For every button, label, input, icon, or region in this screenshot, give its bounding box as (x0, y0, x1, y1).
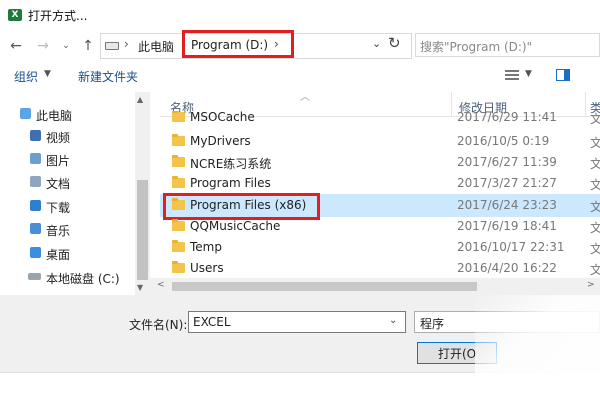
file-date: 2016/10/17 22:31 (457, 240, 565, 254)
address-dropdown-icon[interactable]: ⌄ (372, 37, 381, 50)
breadcrumb-this-pc[interactable]: 此电脑 (138, 38, 174, 55)
file-date: 2017/3/27 21:27 (457, 176, 557, 190)
new-folder-button[interactable]: 新建文件夹 (78, 68, 138, 85)
file-type: 文 (590, 200, 600, 214)
recent-locations-chevron-icon[interactable]: ⌄ (58, 38, 74, 54)
scroll-down-icon[interactable]: ▼ (137, 283, 143, 292)
window-title: 打开方式... (28, 9, 88, 23)
folder-icon (172, 240, 185, 252)
desktop-folder-icon (30, 247, 41, 258)
file-type: 文 (590, 242, 600, 256)
file-row[interactable]: Program Files 2017/3/27 21:27 文 (160, 173, 600, 194)
nav-item-label: 音乐 (46, 224, 71, 238)
nav-item-label: 视频 (46, 131, 71, 145)
pictures-folder-icon (30, 153, 41, 164)
file-type: 文 (590, 112, 600, 126)
nav-item-pictures[interactable]: 图片 (0, 149, 135, 171)
nav-scrollbar-thumb[interactable] (137, 180, 148, 280)
sort-indicator-icon: ︿ (300, 92, 310, 103)
file-name: MyDrivers (190, 134, 251, 148)
open-button-label: 打开(O (438, 347, 477, 361)
file-row[interactable]: NCRE练习系统 2017/6/27 11:39 文 (160, 152, 600, 173)
nav-item-documents[interactable]: 文档 (0, 172, 135, 194)
nav-item-label: 本地磁盘 (C:) (46, 272, 120, 286)
scroll-left-icon[interactable]: < (157, 280, 165, 290)
preview-pane-icon[interactable] (556, 69, 570, 81)
organize-button[interactable]: 组织 (14, 68, 38, 85)
filetype-value: 程序 (420, 317, 445, 331)
folder-icon (172, 261, 185, 273)
up-arrow-icon[interactable]: ↑ (80, 38, 96, 54)
file-date: 2017/6/19 18:41 (457, 219, 557, 233)
nav-item-music[interactable]: 音乐 (0, 219, 135, 241)
filename-label: 文件名(N): (129, 318, 188, 332)
nav-item-label: 此电脑 (36, 109, 73, 123)
file-type: 文 (590, 157, 600, 171)
file-date: 2016/4/20 16:22 (457, 261, 557, 275)
nav-item-desktop[interactable]: 桌面 (0, 243, 135, 265)
red-highlight-box (182, 30, 294, 58)
nav-item-downloads[interactable]: 下载 (0, 196, 135, 218)
title-bar (0, 0, 600, 30)
scroll-right-icon[interactable]: > (587, 280, 595, 290)
folder-icon (172, 155, 185, 167)
folder-icon (172, 134, 185, 146)
white-fade-overlay (475, 295, 600, 400)
file-row[interactable]: MyDrivers 2016/10/5 0:19 文 (160, 131, 600, 152)
caret-down-icon[interactable]: ▼ (44, 69, 51, 79)
breadcrumb-chevron-icon[interactable]: › (124, 37, 129, 51)
caret-down-icon[interactable]: ▼ (525, 69, 532, 79)
file-type: 文 (590, 136, 600, 150)
file-name: Users (190, 261, 224, 275)
file-date: 2016/10/5 0:19 (457, 134, 550, 148)
file-name: QQMusicCache (190, 219, 281, 233)
file-type: 文 (590, 221, 600, 235)
file-name: Program Files (190, 176, 271, 190)
horizontal-scrollbar-thumb[interactable] (172, 282, 477, 291)
folder-icon (172, 111, 185, 122)
file-date: 2017/6/27 11:39 (457, 155, 557, 169)
file-name: MSOCache (190, 111, 255, 124)
drive-icon (28, 273, 41, 280)
navigation-pane: 此电脑 视频 图片 文档 下载 音乐 桌面 本地磁盘 (C:) (0, 92, 150, 295)
computer-icon (20, 108, 31, 119)
forward-arrow-icon[interactable]: → (35, 38, 51, 54)
nav-item-local-disk-c[interactable]: 本地磁盘 (C:) (0, 267, 135, 289)
refresh-icon[interactable]: ↻ (388, 34, 401, 52)
nav-item-label: 图片 (46, 154, 71, 168)
file-date: 2017/6/24 23:23 (457, 198, 557, 212)
chevron-down-icon[interactable]: ⌄ (389, 315, 397, 326)
music-folder-icon (30, 223, 41, 234)
downloads-folder-icon (30, 200, 41, 211)
drive-icon (105, 42, 119, 50)
search-placeholder: 搜索"Program (D:)" (420, 40, 533, 54)
view-options-icon[interactable] (505, 70, 519, 80)
folder-icon (172, 176, 185, 188)
folder-icon (172, 219, 185, 231)
scroll-up-icon[interactable]: ▲ (137, 95, 143, 104)
nav-item-videos[interactable]: 视频 (0, 126, 135, 148)
file-name: NCRE练习系统 (190, 157, 272, 171)
file-type: 文 (590, 178, 600, 192)
file-row[interactable]: Users 2016/4/20 16:22 文 (160, 258, 600, 279)
nav-item-label: 下载 (46, 201, 71, 215)
video-folder-icon (30, 130, 41, 141)
excel-app-icon: X (8, 9, 22, 21)
file-date: 2017/6/29 11:41 (457, 111, 557, 124)
file-row[interactable]: MSOCache 2017/6/29 11:41 文 (160, 111, 600, 128)
file-name: Temp (190, 240, 222, 254)
file-row[interactable]: QQMusicCache 2017/6/19 18:41 文 (160, 216, 600, 237)
filename-value: EXCEL (193, 315, 231, 329)
nav-item-label: 文档 (46, 177, 71, 191)
documents-folder-icon (30, 176, 41, 187)
file-type: 文 (590, 263, 600, 277)
nav-item-this-pc[interactable]: 此电脑 (0, 104, 135, 126)
file-row[interactable]: Temp 2016/10/17 22:31 文 (160, 237, 600, 258)
nav-item-label: 桌面 (46, 248, 71, 262)
back-arrow-icon[interactable]: ← (8, 38, 24, 54)
